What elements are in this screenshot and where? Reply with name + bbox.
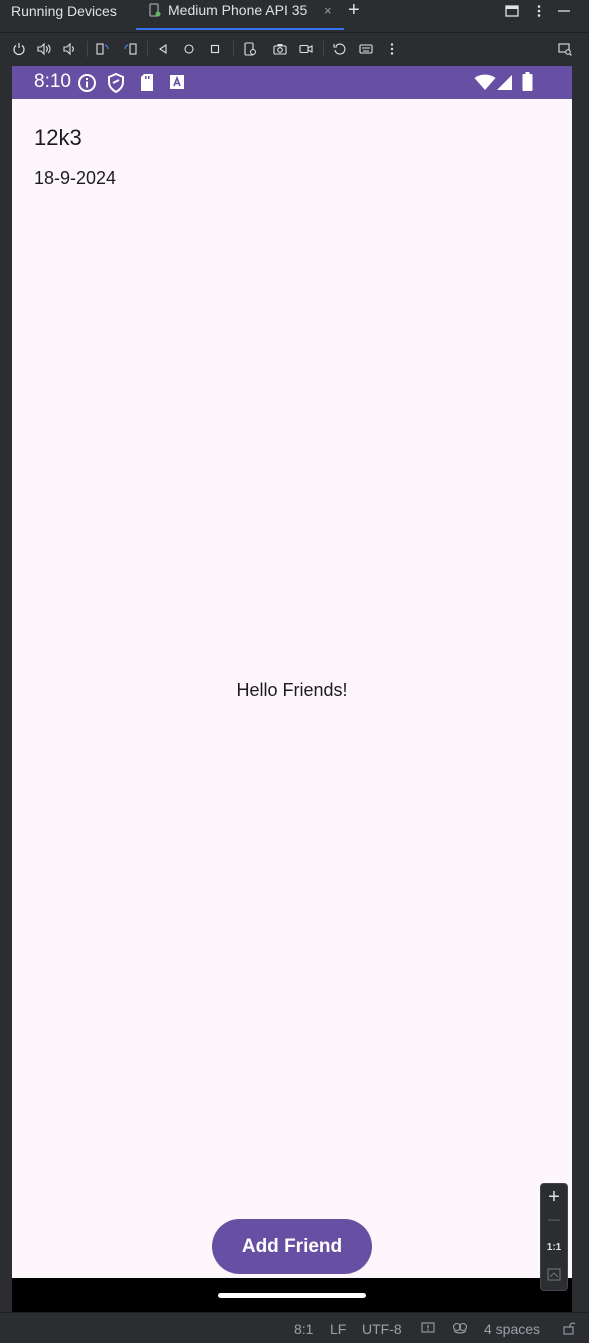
info-icon: [77, 73, 97, 93]
toolbar-divider: [87, 41, 88, 57]
sd-card-icon: [139, 73, 155, 92]
more-options-icon[interactable]: [385, 42, 399, 56]
zoom-controls: + — 1:1: [540, 1183, 568, 1291]
file-encoding[interactable]: UTF-8: [362, 1321, 402, 1337]
device-toolbar: [0, 32, 589, 66]
close-icon[interactable]: ×: [324, 3, 332, 18]
tab-medium-phone[interactable]: Medium Phone API 35 ×: [136, 0, 344, 30]
device-settings-icon[interactable]: [243, 42, 257, 56]
home-icon[interactable]: [182, 42, 196, 56]
toolbar-divider: [147, 41, 148, 57]
gesture-handle[interactable]: [218, 1293, 366, 1298]
tool-window-header: Running Devices Medium Phone API 35 × +: [0, 0, 589, 32]
window-layout-icon[interactable]: [505, 4, 521, 20]
add-tab-button[interactable]: +: [348, 0, 360, 20]
lock-icon[interactable]: [562, 1321, 576, 1335]
indent-setting[interactable]: 4 spaces: [484, 1321, 540, 1337]
power-icon[interactable]: [12, 42, 26, 56]
volume-up-icon[interactable]: [37, 42, 51, 56]
wifi-icon: [474, 74, 496, 91]
volume-down-icon[interactable]: [62, 42, 76, 56]
app-title: 12k3: [34, 125, 82, 150]
battery-icon: [522, 72, 533, 92]
shield-icon: [107, 73, 125, 93]
android-navigation-bar: [12, 1278, 572, 1312]
ide-status-bar: 8:1 LF UTF-8 4 spaces: [0, 1312, 589, 1343]
greeting-text: Hello Friends!: [236, 680, 348, 700]
caret-position[interactable]: 8:1: [294, 1321, 313, 1337]
zoom-in-button[interactable]: +: [541, 1186, 567, 1209]
toolbar-divider: [233, 41, 234, 57]
device-icon: [148, 3, 162, 17]
tool-window-title: Running Devices: [11, 3, 117, 19]
snapshot-icon[interactable]: [333, 42, 347, 56]
status-time: 8:10: [34, 71, 71, 92]
copilot-icon[interactable]: [452, 1321, 468, 1335]
toolbar-divider: [323, 41, 324, 57]
app-notification-icon: [169, 73, 185, 91]
notification-icon[interactable]: [421, 1321, 435, 1335]
screenshot-icon[interactable]: [273, 42, 287, 56]
rotate-right-icon[interactable]: [123, 42, 137, 56]
rotate-left-icon[interactable]: [96, 42, 110, 56]
cellular-signal-icon: [496, 74, 513, 91]
device-screen[interactable]: 8:10 12k3 18-9-2024 Hello Friends! Add F…: [12, 66, 572, 1312]
android-status-bar: 8:10: [12, 66, 572, 99]
device-mirror-icon[interactable]: [558, 42, 572, 56]
keyboard-icon[interactable]: [359, 42, 373, 56]
add-friend-button[interactable]: Add Friend: [212, 1219, 372, 1274]
fit-screen-icon[interactable]: [541, 1268, 567, 1282]
zoom-out-button[interactable]: —: [541, 1212, 567, 1226]
minimize-icon[interactable]: [557, 4, 573, 20]
actual-size-button[interactable]: 1:1: [541, 1242, 567, 1253]
line-separator[interactable]: LF: [330, 1321, 346, 1337]
screen-record-icon[interactable]: [299, 42, 313, 56]
more-options-icon[interactable]: [532, 4, 548, 20]
date-label: 18-9-2024: [34, 168, 117, 188]
back-icon[interactable]: [156, 42, 170, 56]
overview-icon[interactable]: [208, 42, 222, 56]
tab-label: Medium Phone API 35: [168, 2, 308, 18]
